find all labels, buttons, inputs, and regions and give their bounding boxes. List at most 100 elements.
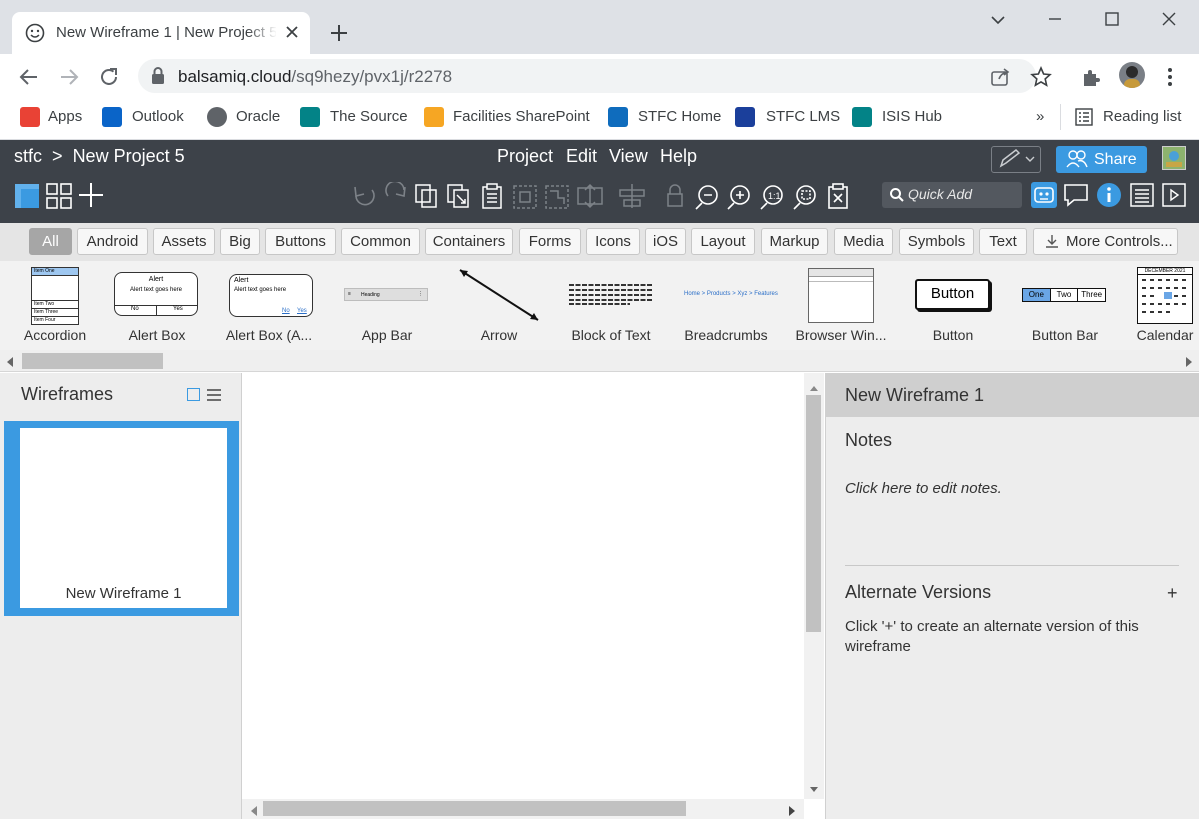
canvas-vscroll-thumb[interactable] <box>806 395 821 632</box>
library-item-label[interactable]: Browser Win... <box>791 327 891 343</box>
accordion-thumbnail[interactable]: Item One Item Two Item Three Item Four <box>31 267 79 325</box>
extensions-puzzle-icon[interactable] <box>1080 66 1102 88</box>
menu-edit[interactable]: Edit <box>566 146 597 167</box>
library-item-label[interactable]: Alert Box <box>107 327 207 343</box>
browser-menu-icon[interactable] <box>1164 66 1176 88</box>
tab-search-chevron-icon[interactable] <box>988 11 1008 29</box>
bookmark-stfc-lms[interactable]: STFC LMS <box>766 108 840 125</box>
bookmark-isis-hub[interactable]: ISIS Hub <box>882 108 942 125</box>
button-thumbnail[interactable]: Button <box>915 279 990 310</box>
library-item-label[interactable]: Button <box>903 327 1003 343</box>
filter-big[interactable]: Big <box>220 228 260 255</box>
single-view-icon[interactable] <box>14 183 40 209</box>
share-page-icon[interactable] <box>989 66 1011 88</box>
user-avatar[interactable] <box>1162 146 1186 170</box>
canvas-hscroll-thumb[interactable] <box>263 801 686 816</box>
filter-containers[interactable]: Containers <box>425 228 513 255</box>
list-view-icon[interactable] <box>206 387 222 403</box>
library-item-label[interactable]: Arrow <box>449 327 549 343</box>
filter-ios[interactable]: iOS <box>645 228 686 255</box>
close-window-icon[interactable] <box>1159 9 1179 29</box>
add-wireframe-icon[interactable] <box>78 182 104 208</box>
notes-editor[interactable]: Click here to edit notes. <box>845 480 1002 497</box>
alert-box-android-thumbnail[interactable]: Alert Alert text goes here No Yes <box>229 274 313 317</box>
present-play-icon[interactable] <box>1161 182 1187 208</box>
app-bar-thumbnail[interactable]: ≡ Heading ⋮ <box>344 288 428 301</box>
reading-list-icon[interactable] <box>1075 108 1093 126</box>
reload-icon[interactable] <box>98 66 120 88</box>
new-tab-icon[interactable] <box>328 22 350 44</box>
canvas-scroll-left-icon[interactable] <box>249 804 259 816</box>
wireframe-canvas[interactable] <box>242 373 825 819</box>
lock-icon[interactable] <box>150 66 166 86</box>
arrow-thumbnail[interactable] <box>456 266 542 324</box>
info-icon[interactable] <box>1096 182 1122 208</box>
bookmark-facilities-sharepoint[interactable]: Facilities SharePoint <box>453 108 590 125</box>
bookmark-the-source[interactable]: The Source <box>330 108 408 125</box>
canvas-scroll-up-icon[interactable] <box>808 380 820 391</box>
calendar-thumbnail[interactable]: DECEMBER 2021 <box>1137 267 1193 324</box>
library-item-label[interactable]: Block of Text <box>561 327 661 343</box>
breadcrumb-org[interactable]: stfc <box>14 146 42 166</box>
bookmark-stfc-home[interactable]: STFC Home <box>638 108 721 125</box>
scroll-right-icon[interactable] <box>1184 355 1194 367</box>
bot-assistant-icon[interactable] <box>1031 182 1057 208</box>
edit-mode-dropdown[interactable] <box>991 146 1041 173</box>
inspector-title[interactable]: New Wireframe 1 <box>845 385 984 406</box>
alert-box-thumbnail[interactable]: Alert Alert text goes here No Yes <box>114 272 198 316</box>
grid-view-icon[interactable] <box>46 183 72 209</box>
button-bar-thumbnail[interactable]: One Two Three <box>1022 288 1106 302</box>
forward-icon[interactable] <box>58 66 80 88</box>
maximize-icon[interactable] <box>1102 9 1122 29</box>
quick-add-input[interactable]: Quick Add <box>882 182 1022 208</box>
add-alternate-version-button[interactable]: + <box>1167 583 1178 604</box>
library-item-label[interactable]: App Bar <box>337 327 437 343</box>
filter-text[interactable]: Text <box>979 228 1027 255</box>
canvas-scroll-right-icon[interactable] <box>787 804 797 816</box>
filter-symbols[interactable]: Symbols <box>899 228 974 255</box>
tab-close-icon[interactable] <box>283 23 301 41</box>
library-item-label[interactable]: Alert Box (A... <box>219 327 319 343</box>
filter-media[interactable]: Media <box>834 228 893 255</box>
bookmark-star-icon[interactable] <box>1030 65 1052 88</box>
minimize-icon[interactable] <box>1045 9 1065 29</box>
outline-list-icon[interactable] <box>1129 182 1155 208</box>
url-text[interactable]: balsamiq.cloud/sq9hezy/pvx1j/r2278 <box>178 67 452 87</box>
library-scrollbar[interactable] <box>0 350 1199 372</box>
library-item-label[interactable]: Breadcrumbs <box>676 327 776 343</box>
block-of-text-thumbnail[interactable] <box>568 283 653 305</box>
share-button[interactable]: Share <box>1056 146 1147 173</box>
menu-project[interactable]: Project <box>497 146 553 167</box>
filter-buttons[interactable]: Buttons <box>265 228 336 255</box>
filter-assets[interactable]: Assets <box>153 228 215 255</box>
browser-window-thumbnail[interactable] <box>808 268 874 323</box>
library-scroll-thumb[interactable] <box>22 353 163 369</box>
filter-android[interactable]: Android <box>77 228 148 255</box>
back-icon[interactable] <box>18 66 40 88</box>
breadcrumb-project[interactable]: New Project 5 <box>73 146 185 166</box>
scroll-left-icon[interactable] <box>5 355 15 367</box>
thumbnail-view-icon[interactable] <box>187 388 200 401</box>
library-item-label[interactable]: Button Bar <box>1015 327 1115 343</box>
filter-layout[interactable]: Layout <box>691 228 755 255</box>
reading-list[interactable]: Reading list <box>1103 108 1181 125</box>
library-item-label[interactable]: Calendar <box>1115 327 1199 343</box>
breadcrumbs-thumbnail[interactable]: Home > Products > Xyz > Features <box>684 291 778 301</box>
canvas-scroll-down-icon[interactable] <box>808 782 820 792</box>
filter-icons[interactable]: Icons <box>586 228 640 255</box>
bookmark-apps[interactable]: Apps <box>48 108 82 125</box>
more-bookmarks-chevron[interactable]: » <box>1036 108 1044 125</box>
profile-avatar[interactable] <box>1119 62 1145 88</box>
wireframe-item[interactable]: New Wireframe 1 <box>4 421 239 616</box>
menu-help[interactable]: Help <box>660 146 697 167</box>
menu-view[interactable]: View <box>609 146 648 167</box>
bookmark-oracle[interactable]: Oracle <box>236 108 280 125</box>
library-item-label[interactable]: Accordion <box>5 327 105 343</box>
comments-icon[interactable] <box>1063 182 1089 208</box>
filter-all[interactable]: All <box>29 228 72 255</box>
filter-common[interactable]: Common <box>341 228 420 255</box>
filter-markup[interactable]: Markup <box>761 228 828 255</box>
more-controls-button[interactable]: More Controls... <box>1033 228 1178 255</box>
filter-forms[interactable]: Forms <box>519 228 581 255</box>
bookmark-outlook[interactable]: Outlook <box>132 108 184 125</box>
